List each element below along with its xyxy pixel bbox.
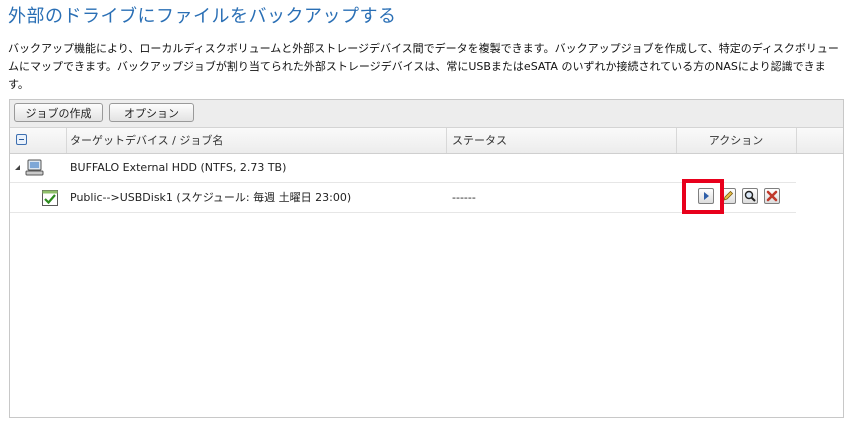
options-button[interactable]: オプション xyxy=(109,103,194,122)
search-icon xyxy=(744,190,756,202)
job-check-icon xyxy=(42,190,58,206)
delete-job-button[interactable] xyxy=(764,188,780,204)
column-header-status[interactable]: ステータス xyxy=(452,128,507,153)
job-name: Public-->USBDisk1 (スケジュール: 毎週 土曜日 23:00) xyxy=(70,191,352,204)
collapse-all-cell[interactable] xyxy=(10,128,66,153)
table-header: ターゲットデバイス / ジョブ名 ステータス アクション xyxy=(10,128,843,154)
computer-icon xyxy=(25,159,44,176)
column-header-action: アクション xyxy=(708,134,764,147)
delete-icon xyxy=(766,190,778,202)
page-description: バックアップ機能により、ローカルディスクボリュームと外部ストレージデバイス間でデ… xyxy=(8,42,839,91)
page-title: 外部のドライブにファイルをバックアップする xyxy=(8,6,397,27)
job-status: ------ xyxy=(452,191,476,204)
device-name: BUFFALO External HDD (NTFS, 2.73 TB) xyxy=(70,161,287,174)
highlight-box xyxy=(682,179,724,214)
backup-jobs-panel: ジョブの作成 オプション ターゲットデバイス / ジョブ名 ステータス アクショ… xyxy=(9,99,844,418)
toolbar: ジョブの作成 オプション xyxy=(10,100,843,128)
job-row[interactable]: Public-->USBDisk1 (スケジュール: 毎週 土曜日 23:00)… xyxy=(10,183,796,213)
view-job-button[interactable] xyxy=(742,188,758,204)
column-header-target[interactable]: ターゲットデバイス / ジョブ名 xyxy=(70,128,223,153)
collapse-icon[interactable] xyxy=(16,134,27,145)
expand-triangle-icon[interactable] xyxy=(15,165,20,170)
device-row[interactable]: BUFFALO External HDD (NTFS, 2.73 TB) xyxy=(10,153,796,183)
create-job-button[interactable]: ジョブの作成 xyxy=(14,103,103,122)
